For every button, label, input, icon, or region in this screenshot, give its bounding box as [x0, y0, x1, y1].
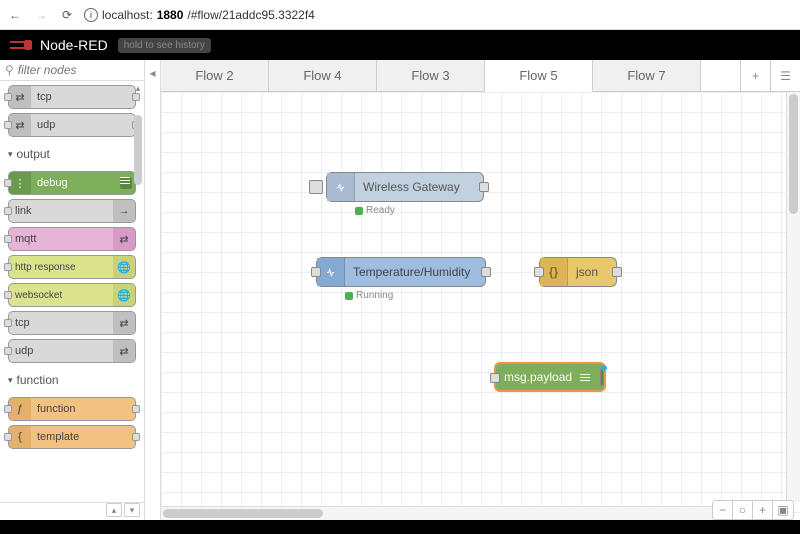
- url-host: localhost:: [102, 8, 153, 22]
- tab-flow-5[interactable]: Flow 5: [485, 60, 593, 92]
- node-output-port[interactable]: [612, 267, 622, 277]
- forward-button[interactable]: →: [32, 6, 50, 24]
- node-port-button[interactable]: [309, 180, 323, 194]
- node-red-icon: [10, 39, 34, 51]
- bridge-icon: ⇄: [9, 114, 31, 136]
- tab-flow-2[interactable]: Flow 2: [161, 60, 269, 91]
- workspace: Flow 2 Flow 4 Flow 3 Flow 5 Flow 7 + ☰ W…: [161, 60, 800, 520]
- signal-icon: [327, 173, 355, 201]
- node-debug-msg-payload[interactable]: msg.payload: [494, 362, 606, 392]
- palette-section-output[interactable]: ▾output: [0, 141, 144, 167]
- node-input-port[interactable]: [490, 373, 500, 383]
- palette-node-websocket[interactable]: websocket🌐: [8, 283, 136, 307]
- zoom-in-button[interactable]: +: [753, 501, 773, 519]
- debug-toggle-button[interactable]: [600, 368, 604, 386]
- palette-expand-down-button[interactable]: ▾: [124, 503, 140, 517]
- zoom-controls: − ○ + ▣: [712, 500, 794, 520]
- template-icon: {: [9, 426, 31, 448]
- bridge-icon: ⇄: [9, 86, 31, 108]
- chevron-down-icon: ▾: [8, 375, 13, 386]
- node-status: Running: [345, 290, 393, 301]
- canvas-horizontal-scrollbar[interactable]: [161, 506, 786, 520]
- zoom-fit-button[interactable]: ▣: [773, 501, 793, 519]
- palette-scrollbar[interactable]: ▴: [132, 81, 144, 502]
- palette-list: ⇄tcp ⇄udp ▾output ⋮debug link→ mqtt⇄ htt…: [0, 81, 144, 502]
- browser-toolbar: ← → ⟳ i localhost: 1880/#flow/21addc95.33…: [0, 0, 800, 30]
- search-icon: ⚲: [5, 63, 14, 77]
- reload-button[interactable]: ⟳: [58, 6, 76, 24]
- palette-panel: ⚲ ⇄tcp ⇄udp ▾output ⋮debug link→ mqtt⇄ h…: [0, 60, 145, 520]
- node-label: json: [568, 265, 606, 279]
- node-temperature-humidity[interactable]: Temperature/Humidity Running: [316, 257, 486, 287]
- node-output-port[interactable]: [479, 182, 489, 192]
- app-title: Node-RED: [40, 37, 108, 53]
- node-wireless-gateway[interactable]: Wireless Gateway Ready: [326, 172, 484, 202]
- tab-flow-4[interactable]: Flow 4: [269, 60, 377, 91]
- palette-footer: ▴ ▾: [0, 502, 144, 520]
- palette-node-mqtt[interactable]: mqtt⇄: [8, 227, 136, 251]
- zoom-out-button[interactable]: −: [713, 501, 733, 519]
- palette-node-function[interactable]: ƒfunction: [8, 397, 136, 421]
- json-icon: {}: [540, 258, 568, 286]
- canvas-vertical-scrollbar[interactable]: [786, 92, 800, 502]
- window-bottom-bar: [0, 520, 800, 534]
- node-input-port[interactable]: [534, 267, 544, 277]
- node-output-port[interactable]: [481, 267, 491, 277]
- app-header: Node-RED hold to see history: [0, 30, 800, 60]
- flow-tabs: Flow 2 Flow 4 Flow 3 Flow 5 Flow 7 + ☰: [161, 60, 800, 92]
- palette-node-udp-in[interactable]: ⇄udp: [8, 113, 136, 137]
- zoom-reset-button[interactable]: ○: [733, 501, 753, 519]
- palette-collapse-button[interactable]: ◂: [145, 60, 161, 520]
- function-icon: ƒ: [9, 398, 31, 420]
- scroll-up-icon[interactable]: ▴: [132, 81, 144, 95]
- flow-canvas[interactable]: Wireless Gateway Ready Temperature/Humid…: [161, 92, 800, 520]
- change-indicator-icon: [601, 365, 607, 371]
- tab-list-button[interactable]: ☰: [770, 60, 800, 91]
- info-icon: i: [84, 8, 98, 22]
- palette-node-debug[interactable]: ⋮debug: [8, 171, 136, 195]
- address-bar[interactable]: i localhost: 1880/#flow/21addc95.3322f4: [84, 8, 315, 22]
- palette-node-link[interactable]: link→: [8, 199, 136, 223]
- palette-node-http-response[interactable]: http response🌐: [8, 255, 136, 279]
- palette-node-template[interactable]: {template: [8, 425, 136, 449]
- app-logo: Node-RED hold to see history: [10, 37, 211, 53]
- tab-flow-3[interactable]: Flow 3: [377, 60, 485, 91]
- palette-node-udp-out[interactable]: udp⇄: [8, 339, 136, 363]
- add-tab-button[interactable]: +: [740, 60, 770, 91]
- history-hint: hold to see history: [118, 38, 211, 53]
- node-label: Temperature/Humidity: [345, 265, 478, 279]
- node-status: Ready: [355, 205, 395, 216]
- url-path: /#flow/21addc95.3322f4: [187, 8, 314, 22]
- search-input[interactable]: [18, 63, 139, 77]
- palette-search: ⚲: [0, 60, 144, 81]
- hamburger-icon: [580, 374, 590, 381]
- node-label: Wireless Gateway: [355, 180, 468, 194]
- canvas-wrap: Wireless Gateway Ready Temperature/Humid…: [161, 92, 800, 520]
- signal-icon: [317, 258, 345, 286]
- palette-node-tcp-out[interactable]: tcp⇄: [8, 311, 136, 335]
- palette-collapse-up-button[interactable]: ▴: [106, 503, 122, 517]
- debug-icon: ⋮: [9, 172, 31, 194]
- url-port: 1880: [157, 8, 184, 22]
- tab-flow-7[interactable]: Flow 7: [593, 60, 701, 91]
- palette-node-tcp-in[interactable]: ⇄tcp: [8, 85, 136, 109]
- node-label: msg.payload: [496, 370, 580, 384]
- node-json[interactable]: {} json: [539, 257, 617, 287]
- chevron-down-icon: ▾: [8, 149, 13, 160]
- palette-section-function[interactable]: ▾function: [0, 367, 144, 393]
- back-button[interactable]: ←: [6, 6, 24, 24]
- node-input-port[interactable]: [311, 267, 321, 277]
- wire-layer: [161, 92, 461, 242]
